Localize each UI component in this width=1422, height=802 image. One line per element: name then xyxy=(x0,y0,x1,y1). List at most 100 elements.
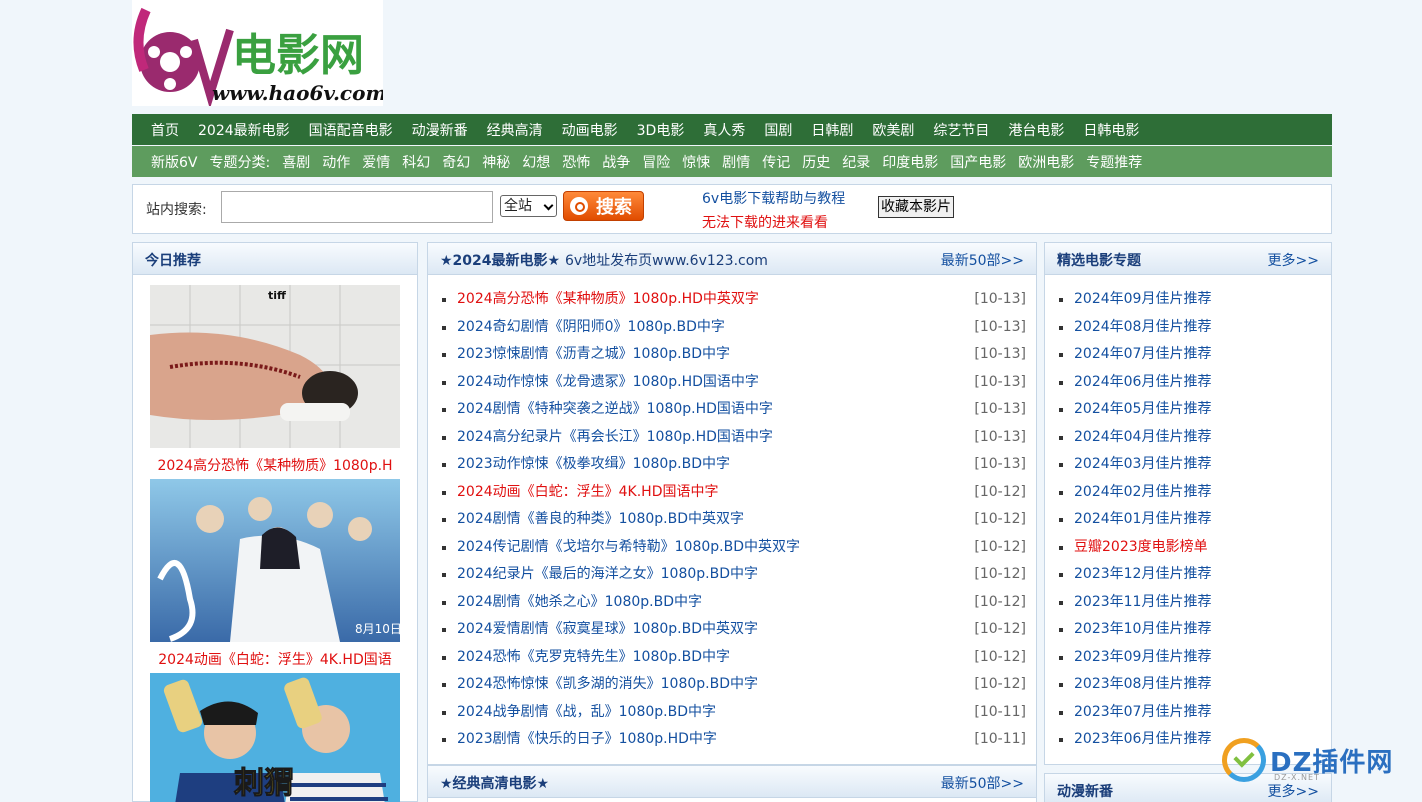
latest-subtitle[interactable]: 6v地址发布页www.6v123.com xyxy=(565,253,768,269)
movie-list-item: 2023动作惊悚《极拳攻缉》1080p.BD中字 [10-13] xyxy=(440,451,1026,479)
trouble-link[interactable]: 无法下载的进来看看 xyxy=(702,212,828,232)
search-scope-select[interactable]: 全站 xyxy=(500,195,557,217)
movie-link[interactable]: 2024剧情《特种突袭之逆战》1080p.HD国语中字 xyxy=(457,401,773,417)
topic-link[interactable]: 2024年05月佳片推荐 xyxy=(1074,401,1211,417)
primary-nav-item[interactable]: 动漫新番 xyxy=(412,120,468,140)
topic-link[interactable]: 2024年07月佳片推荐 xyxy=(1074,346,1211,362)
category-nav-item[interactable]: 喜剧 xyxy=(282,152,310,172)
category-nav-item[interactable]: 专题分类: xyxy=(209,152,270,172)
classic-panel: ★经典高清电影★ 最新50部>> xyxy=(427,765,1037,802)
topic-link[interactable]: 2024年02月佳片推荐 xyxy=(1074,484,1211,500)
topic-link[interactable]: 2024年04月佳片推荐 xyxy=(1074,429,1211,445)
category-nav-item[interactable]: 纪录 xyxy=(842,152,870,172)
movie-link[interactable]: 2024爱情剧情《寂寞星球》1080p.BD中英双字 xyxy=(457,621,758,637)
movie-date: [10-12] xyxy=(974,511,1026,527)
search-button[interactable]: 搜索 xyxy=(563,191,644,221)
movie-list-item: 2024剧情《善良的种类》1080p.BD中英双字 [10-12] xyxy=(440,506,1026,534)
category-nav-item[interactable]: 战争 xyxy=(602,152,630,172)
primary-nav-item[interactable]: 国语配音电影 xyxy=(309,120,393,140)
movie-link[interactable]: 2024纪录片《最后的海洋之女》1080p.BD中字 xyxy=(457,566,758,582)
category-nav-item[interactable]: 惊悚 xyxy=(682,152,710,172)
category-nav-item[interactable]: 传记 xyxy=(762,152,790,172)
movie-date: [10-13] xyxy=(974,346,1026,362)
movie-link[interactable]: 2024高分纪录片《再会长江》1080p.HD国语中字 xyxy=(457,429,773,445)
search-input[interactable] xyxy=(221,191,493,223)
topic-link[interactable]: 豆瓣2023度电影榜单 xyxy=(1074,539,1208,555)
topic-link[interactable]: 2024年01月佳片推荐 xyxy=(1074,511,1211,527)
topic-link[interactable]: 2024年03月佳片推荐 xyxy=(1074,456,1211,472)
bookmark-button[interactable]: 收藏本影片 xyxy=(878,196,954,218)
latest-more-link[interactable]: 最新50部>> xyxy=(941,250,1024,270)
movie-link[interactable]: 2024动画《白蛇：浮生》4K.HD国语中字 xyxy=(457,484,718,500)
primary-nav-item[interactable]: 真人秀 xyxy=(703,120,745,140)
category-nav-item[interactable]: 动作 xyxy=(322,152,350,172)
primary-nav-item[interactable]: 国剧 xyxy=(764,120,792,140)
category-nav-item[interactable]: 专题推荐 xyxy=(1086,152,1142,172)
topics-more-link[interactable]: 更多>> xyxy=(1268,250,1319,270)
movie-link[interactable]: 2024恐怖《克罗克特先生》1080p.BD中字 xyxy=(457,649,730,665)
movie-link[interactable]: 2023动作惊悚《极拳攻缉》1080p.BD中字 xyxy=(457,456,730,472)
topic-link[interactable]: 2023年11月佳片推荐 xyxy=(1074,594,1211,610)
topic-list-item: 2024年02月佳片推荐 xyxy=(1057,479,1323,507)
poster-2[interactable]: 8月10日 xyxy=(150,479,400,642)
watermark: DZ插件网 DZ-X.NET xyxy=(1222,735,1412,785)
primary-nav-item[interactable]: 日韩剧 xyxy=(811,120,853,140)
category-nav-item[interactable]: 历史 xyxy=(802,152,830,172)
movie-link[interactable]: 2024战争剧情《战，乱》1080p.BD中字 xyxy=(457,704,716,720)
primary-nav-item[interactable]: 3D电影 xyxy=(637,120,685,140)
movie-link[interactable]: 2024传记剧情《戈培尔与希特勒》1080p.BD中英双字 xyxy=(457,539,800,555)
movie-link[interactable]: 2024高分恐怖《某种物质》1080p.HD中英双字 xyxy=(457,291,759,307)
movie-link[interactable]: 2024奇幻剧情《阴阳师0》1080p.BD中字 xyxy=(457,319,725,335)
poster-3[interactable]: 刺猬 xyxy=(150,673,400,802)
topic-link[interactable]: 2023年12月佳片推荐 xyxy=(1074,566,1211,582)
topic-link[interactable]: 2024年08月佳片推荐 xyxy=(1074,319,1211,335)
movie-link[interactable]: 2024动作惊悚《龙骨遗冢》1080p.HD国语中字 xyxy=(457,374,759,390)
topics-panel: 精选电影专题 更多>> 2024年09月佳片推荐 2024年08月佳片推荐 2024… xyxy=(1044,242,1332,765)
classic-more-link[interactable]: 最新50部>> xyxy=(941,773,1024,793)
category-nav-item[interactable]: 奇幻 xyxy=(442,152,470,172)
topic-link[interactable]: 2023年07月佳片推荐 xyxy=(1074,704,1211,720)
site-logo[interactable]: 电影网 www.hao6v.com xyxy=(132,0,383,106)
movie-list-item: 2023惊悚剧情《沥青之城》1080p.BD中字 [10-13] xyxy=(440,341,1026,369)
topic-link[interactable]: 2023年08月佳片推荐 xyxy=(1074,676,1211,692)
poster-1[interactable]: tiff xyxy=(150,285,400,448)
topic-list-item: 2024年03月佳片推荐 xyxy=(1057,451,1323,479)
category-nav-item[interactable]: 剧情 xyxy=(722,152,750,172)
primary-nav-item[interactable]: 动画电影 xyxy=(562,120,618,140)
primary-nav-item[interactable]: 综艺节目 xyxy=(933,120,989,140)
topic-link[interactable]: 2024年09月佳片推荐 xyxy=(1074,291,1211,307)
primary-nav-item[interactable]: 首页 xyxy=(151,120,179,140)
movie-date: [10-11] xyxy=(974,731,1026,747)
poster-2-caption[interactable]: 2024动画《白蛇：浮生》4K.HD国语 xyxy=(133,649,417,669)
topic-link[interactable]: 2023年09月佳片推荐 xyxy=(1074,649,1211,665)
category-nav-item[interactable]: 印度电影 xyxy=(882,152,938,172)
movie-link[interactable]: 2024剧情《她杀之心》1080p.BD中字 xyxy=(457,594,702,610)
category-nav-item[interactable]: 国产电影 xyxy=(950,152,1006,172)
movie-date: [10-13] xyxy=(974,373,1026,390)
movie-link[interactable]: 2024恐怖惊悚《凯多湖的消失》1080p.BD中字 xyxy=(457,676,758,692)
movie-date: [10-13] xyxy=(974,401,1026,417)
primary-nav-item[interactable]: 经典高清 xyxy=(487,120,543,140)
category-nav-item[interactable]: 恐怖 xyxy=(562,152,590,172)
category-nav-item[interactable]: 神秘 xyxy=(482,152,510,172)
category-nav-item[interactable]: 爱情 xyxy=(362,152,390,172)
category-nav-item[interactable]: 冒险 xyxy=(642,152,670,172)
category-nav-item[interactable]: 科幻 xyxy=(402,152,430,172)
latest-title-text: ★2024最新电影★ xyxy=(440,253,561,269)
primary-nav-item[interactable]: 日韩电影 xyxy=(1083,120,1139,140)
movie-list-item: 2023剧情《快乐的日子》1080p.HD中字 [10-11] xyxy=(440,726,1026,754)
primary-nav-item[interactable]: 港台电影 xyxy=(1008,120,1064,140)
movie-link[interactable]: 2024剧情《善良的种类》1080p.BD中英双字 xyxy=(457,511,744,527)
primary-nav-item[interactable]: 2024最新电影 xyxy=(198,120,290,140)
movie-link[interactable]: 2023剧情《快乐的日子》1080p.HD中字 xyxy=(457,731,717,747)
topic-link[interactable]: 2024年06月佳片推荐 xyxy=(1074,374,1211,390)
movie-link[interactable]: 2023惊悚剧情《沥青之城》1080p.BD中字 xyxy=(457,346,730,362)
category-nav-item[interactable]: 新版6V xyxy=(151,152,197,172)
category-nav-item[interactable]: 幻想 xyxy=(522,152,550,172)
help-link[interactable]: 6v电影下载帮助与教程 xyxy=(702,188,845,208)
topic-link[interactable]: 2023年06月佳片推荐 xyxy=(1074,731,1211,747)
category-nav-item[interactable]: 欧洲电影 xyxy=(1018,152,1074,172)
primary-nav-item[interactable]: 欧美剧 xyxy=(872,120,914,140)
poster-1-caption[interactable]: 2024高分恐怖《某种物质》1080p.H xyxy=(133,455,417,475)
topic-link[interactable]: 2023年10月佳片推荐 xyxy=(1074,621,1211,637)
